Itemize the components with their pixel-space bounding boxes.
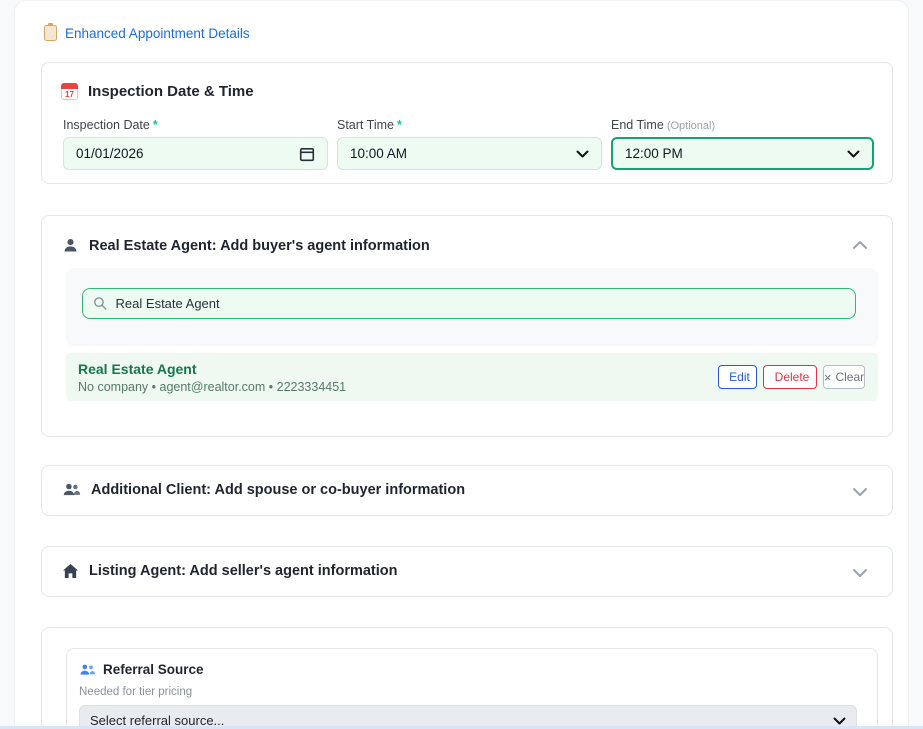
referral-source-card: Referral Source Needed for tier pricing … xyxy=(41,627,893,729)
referral-people-icon xyxy=(79,663,96,677)
end-time-label: End Time(Optional) xyxy=(611,118,715,132)
calendar-icon: 17 xyxy=(61,83,78,100)
additional-client-title: Additional Client: Add spouse or co-buye… xyxy=(91,482,465,498)
agent-search-field[interactable] xyxy=(82,288,856,319)
buyer-agent-header[interactable]: Real Estate Agent: Add buyer's agent inf… xyxy=(62,237,430,254)
edit-button-label: Edit xyxy=(729,370,750,384)
referral-source-title: Referral Source xyxy=(103,662,204,677)
inspection-date-label-text: Inspection Date xyxy=(63,118,150,132)
required-asterisk: * xyxy=(397,118,402,132)
referral-source-inner-card: Referral Source Needed for tier pricing … xyxy=(66,648,878,729)
page: Enhanced Appointment Details 17 Inspecti… xyxy=(0,0,923,729)
inspection-card-title: Inspection Date & Time xyxy=(88,83,254,100)
listing-agent-title: Listing Agent: Add seller's agent inform… xyxy=(89,563,398,579)
close-icon: × xyxy=(824,371,832,384)
buyer-agent-title: Real Estate Agent: Add buyer's agent inf… xyxy=(89,238,430,254)
start-time-label-text: Start Time xyxy=(337,118,394,132)
start-time-select[interactable]: 10:00 AM xyxy=(337,137,602,170)
chevron-down-icon xyxy=(833,717,846,725)
buyer-agent-card: Real Estate Agent: Add buyer's agent inf… xyxy=(41,215,893,437)
enhanced-details-link[interactable]: Enhanced Appointment Details xyxy=(65,26,250,41)
house-icon xyxy=(62,563,79,579)
calendar-icon-day: 17 xyxy=(62,90,77,99)
inspection-date-input[interactable]: 01/01/2026 xyxy=(63,137,328,170)
chevron-down-icon[interactable] xyxy=(852,568,868,578)
referral-source-header: Referral Source xyxy=(79,662,204,677)
inspection-datetime-card: 17 Inspection Date & Time Inspection Dat… xyxy=(41,62,893,184)
start-time-value: 10:00 AM xyxy=(350,146,407,161)
chevron-down-icon xyxy=(576,150,589,158)
required-asterisk: * xyxy=(153,118,158,132)
agent-name: Real Estate Agent xyxy=(78,361,197,377)
date-picker-icon[interactable] xyxy=(299,146,315,162)
referral-source-note: Needed for tier pricing xyxy=(79,686,192,698)
agent-search-panel xyxy=(66,268,878,346)
delete-button[interactable]: Delete xyxy=(763,365,817,389)
agent-result-row[interactable]: Real Estate Agent No company • agent@rea… xyxy=(66,353,878,401)
listing-agent-card[interactable]: Listing Agent: Add seller's agent inform… xyxy=(41,546,893,597)
page-header: Enhanced Appointment Details xyxy=(44,24,250,42)
person-icon xyxy=(62,237,79,254)
listing-agent-header: Listing Agent: Add seller's agent inform… xyxy=(62,563,398,579)
end-time-label-text: End Time xyxy=(611,118,664,132)
agent-search-input[interactable] xyxy=(116,296,845,311)
end-time-select[interactable]: 12:00 PM xyxy=(611,137,874,170)
search-icon xyxy=(93,296,108,311)
clipboard-icon xyxy=(44,25,57,41)
additional-client-header: Additional Client: Add spouse or co-buye… xyxy=(62,482,465,498)
start-time-label: Start Time* xyxy=(337,118,402,132)
calendar-icon-top xyxy=(61,83,78,89)
additional-client-card[interactable]: Additional Client: Add spouse or co-buye… xyxy=(41,465,893,516)
clear-button-label: Clear xyxy=(835,370,864,384)
chevron-down-icon[interactable] xyxy=(852,487,868,497)
inspection-date-value: 01/01/2026 xyxy=(76,146,144,161)
people-icon xyxy=(62,482,81,498)
agent-details: No company • agent@realtor.com • 2223334… xyxy=(78,380,346,394)
end-time-value: 12:00 PM xyxy=(625,146,683,161)
chevron-down-icon xyxy=(847,150,860,158)
optional-note: (Optional) xyxy=(667,120,715,132)
clear-button[interactable]: × Clear xyxy=(823,365,865,389)
inspection-card-header: 17 Inspection Date & Time xyxy=(61,83,254,100)
chevron-up-icon[interactable] xyxy=(852,240,868,250)
delete-button-label: Delete xyxy=(775,370,810,384)
edit-button[interactable]: Edit xyxy=(718,365,757,389)
inspection-date-label: Inspection Date* xyxy=(63,118,158,132)
